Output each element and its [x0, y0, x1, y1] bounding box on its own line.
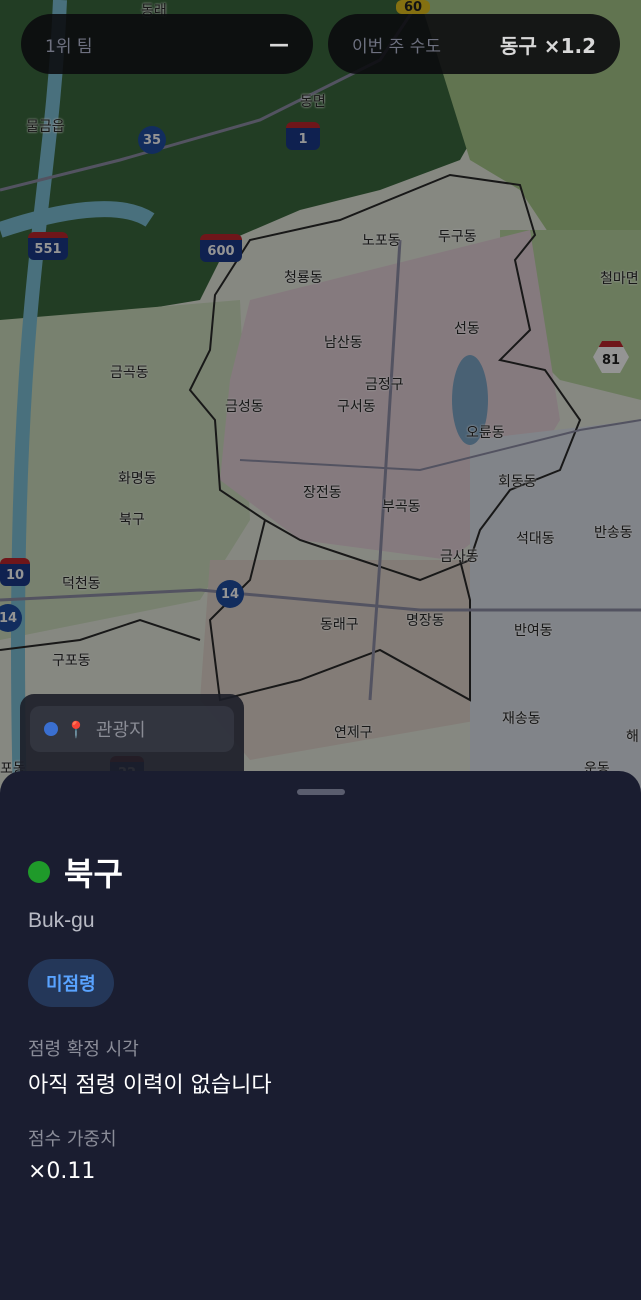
score-weight-label: 점수 가중치 [28, 1129, 117, 1150]
weekly-capital-pill[interactable]: 이번 주 수도 동구 ×1.2 [328, 14, 620, 74]
map[interactable]: 노포동 두구동 청룡동 선동 남산동 금정구 구서동 금성동 오륜동 장전동 부… [0, 0, 641, 800]
map-pin-icon: 📍 [66, 719, 86, 739]
top-team-label: 1위 팀 [45, 36, 93, 57]
legend-dot [44, 722, 58, 736]
occupation-time-label: 점령 확정 시각 [28, 1039, 139, 1060]
bottom-sheet[interactable]: 북구 Buk-gu 미점령 점령 확정 시각 아직 점령 이력이 없습니다 점수… [0, 771, 641, 1300]
map-dim-overlay [0, 0, 641, 800]
occupation-time-value: 아직 점령 이력이 없습니다 [28, 1073, 272, 1098]
region-subtitle: Buk-gu [28, 909, 95, 932]
score-weight-value: ×0.11 [28, 1159, 96, 1184]
status-badge: 미점령 [28, 959, 114, 1007]
status-dot [28, 861, 50, 883]
weekly-capital-value: 동구 ×1.2 [500, 33, 596, 58]
legend-label: 관광지 [95, 720, 146, 741]
sheet-title-row: 북구 [28, 849, 123, 895]
top-team-pill[interactable]: 1위 팀 — [21, 14, 313, 74]
weekly-capital-label: 이번 주 수도 [352, 36, 442, 57]
sheet-drag-handle[interactable] [297, 789, 345, 795]
region-title: 북구 [64, 855, 123, 893]
legend-item-tourist[interactable]: 📍 관광지 [30, 706, 234, 752]
top-team-value: — [269, 32, 289, 56]
